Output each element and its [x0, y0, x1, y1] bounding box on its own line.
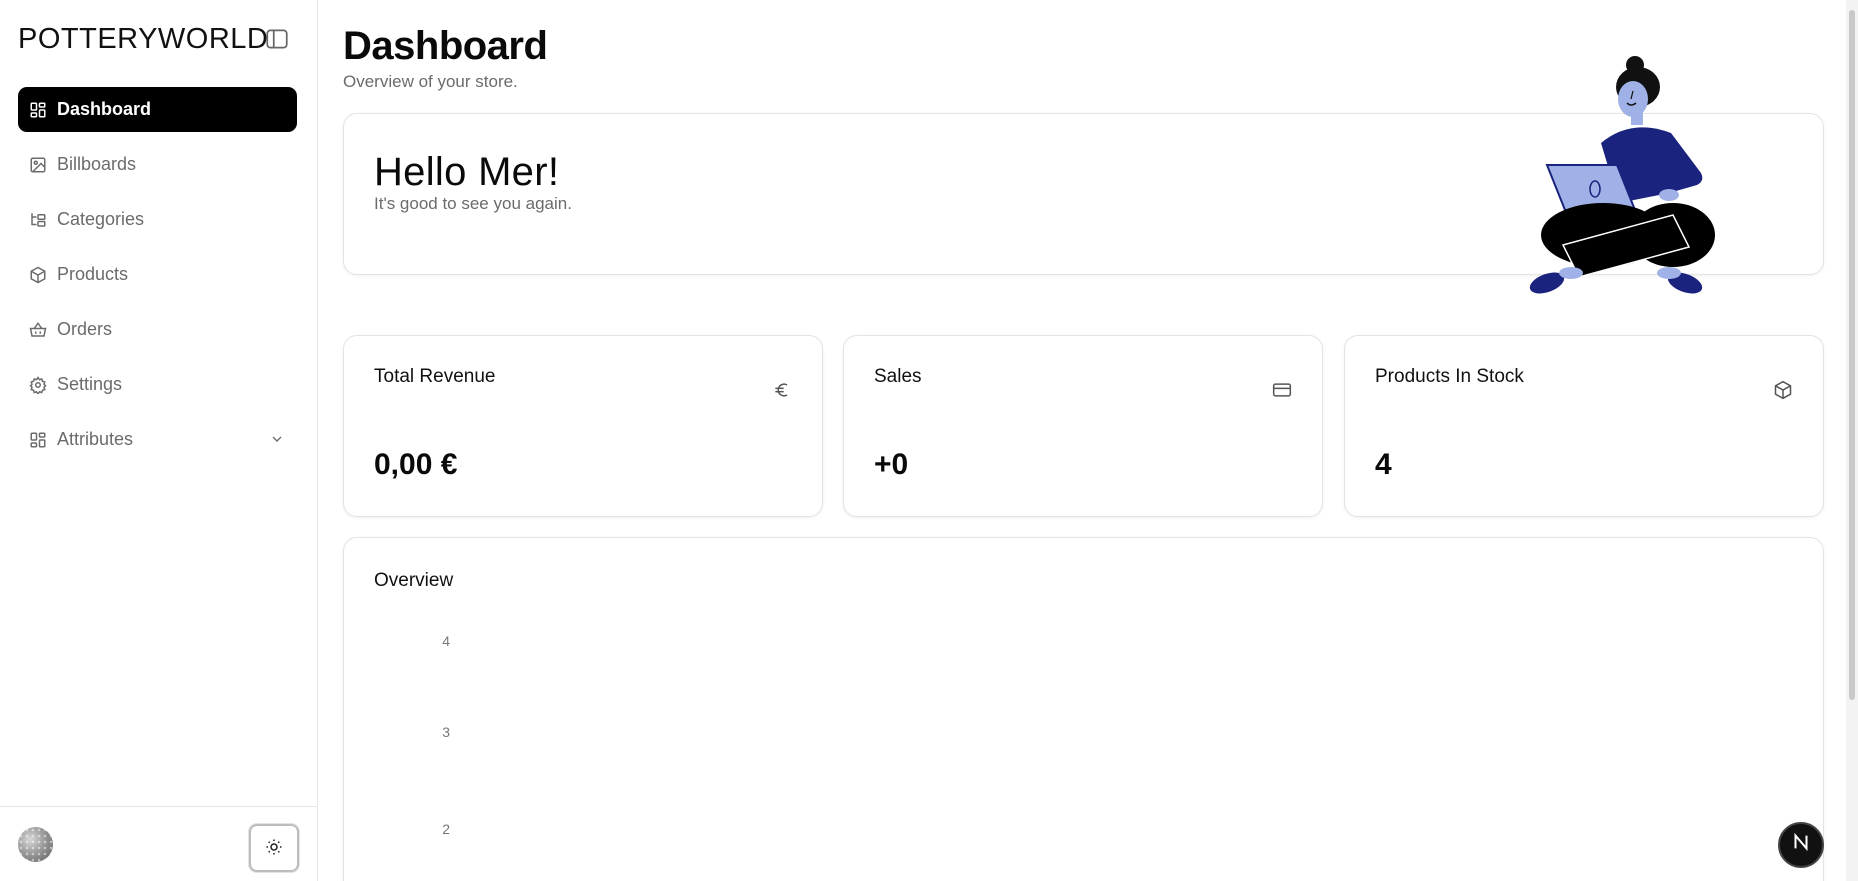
- sidebar-item-orders[interactable]: Orders: [18, 307, 297, 352]
- sidebar-item-attributes[interactable]: Attributes: [18, 417, 297, 462]
- page-subtitle: Overview of your store.: [343, 72, 518, 91]
- sidebar-footer: [0, 806, 318, 881]
- package-icon: [29, 266, 47, 284]
- sidebar-item-label: Categories: [57, 209, 145, 229]
- stat-value: 0,00 €: [374, 448, 458, 481]
- stat-value: +0: [874, 448, 909, 481]
- sidebar-item-dashboard[interactable]: Dashboard: [18, 87, 297, 132]
- sidebar-item-label: Products: [57, 264, 129, 284]
- euro-icon: [772, 380, 792, 400]
- stat-label: Total Revenue: [374, 366, 496, 387]
- brand-logo[interactable]: POTTERYWORLD: [18, 23, 268, 56]
- stat-card-products-in-stock: Products In Stock 4: [1344, 335, 1824, 517]
- sidebar-item-categories[interactable]: Categories: [18, 197, 297, 242]
- sidebar-item-label: Billboards: [57, 154, 137, 174]
- stat-label: Products In Stock: [1375, 366, 1524, 387]
- dashboard-icon: [29, 101, 47, 119]
- sidebar-item-billboards[interactable]: Billboards: [18, 142, 297, 187]
- chevron-down-icon[interactable]: [269, 431, 285, 447]
- overview-title: Overview: [374, 570, 454, 591]
- sidebar-nav: Dashboard Billboards Categories Products…: [18, 87, 297, 472]
- page-scrollbar[interactable]: [1846, 0, 1858, 881]
- stat-card-sales: Sales +0: [843, 335, 1323, 517]
- sidebar-item-products[interactable]: Products: [18, 252, 297, 297]
- sidebar-item-settings[interactable]: Settings: [18, 362, 297, 407]
- nextjs-dev-indicator-button[interactable]: [1778, 822, 1824, 868]
- sidebar: POTTERYWORLD Dashboard Billboards Catego…: [0, 0, 318, 881]
- basket-icon: [29, 321, 47, 339]
- overview-card: Overview 4 3 2: [343, 537, 1824, 881]
- chart-y-tick-label: 4: [442, 633, 450, 649]
- chart-y-tick-label: 2: [442, 821, 450, 837]
- chart-y-tick-label: 3: [442, 724, 450, 740]
- sidebar-item-label: Settings: [57, 374, 123, 394]
- gear-icon: [29, 375, 47, 394]
- dashboard-icon: [29, 431, 47, 449]
- image-icon: [29, 156, 47, 174]
- page-title: Dashboard: [343, 24, 548, 68]
- scrollbar-thumb[interactable]: [1849, 10, 1855, 700]
- sun-icon: [265, 838, 283, 859]
- folder-tree-icon: [29, 211, 47, 229]
- sidebar-toggle-icon[interactable]: [264, 26, 290, 52]
- sidebar-item-label: Orders: [57, 319, 113, 339]
- theme-toggle-button[interactable]: [249, 824, 299, 872]
- hello-subtitle: It's good to see you again.: [374, 194, 572, 213]
- nextjs-logo-icon: [1790, 831, 1812, 859]
- stat-card-total-revenue: Total Revenue 0,00 €: [343, 335, 823, 517]
- stat-value: 4: [1375, 448, 1392, 481]
- brand-row: POTTERYWORLD: [18, 18, 298, 60]
- credit-card-icon: [1272, 380, 1292, 400]
- sidebar-item-label: Dashboard: [57, 99, 152, 119]
- hello-title: Hello Mer!: [374, 150, 560, 194]
- package-icon: [1773, 380, 1793, 400]
- main-content: Dashboard Overview of your store. Hello …: [343, 0, 1825, 881]
- sidebar-item-label: Attributes: [57, 429, 134, 449]
- person-with-laptop-illustration: [1529, 56, 1715, 294]
- stat-label: Sales: [874, 366, 922, 387]
- avatar[interactable]: [18, 827, 53, 862]
